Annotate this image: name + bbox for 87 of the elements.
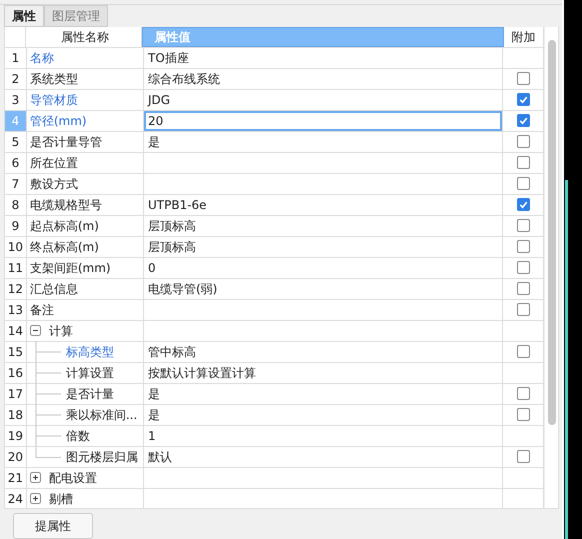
row-number: 17 <box>5 384 27 404</box>
expand-toggle[interactable] <box>30 472 41 484</box>
checkbox[interactable] <box>516 135 530 148</box>
row-number: 13 <box>5 300 27 320</box>
checkbox[interactable] <box>516 177 530 190</box>
row-number: 6 <box>5 152 27 173</box>
property-value[interactable]: 0 <box>148 260 156 276</box>
row-number: 7 <box>5 174 27 194</box>
row-number: 1 <box>5 48 27 68</box>
property-value[interactable]: UTPB1-6e <box>148 196 207 213</box>
property-value[interactable]: 20 <box>148 112 164 129</box>
property-name: 是否计量导管 <box>30 134 102 150</box>
row-number: 15 <box>5 342 27 362</box>
property-name: 配电设置 <box>48 470 97 486</box>
row-number: 11 <box>5 258 27 278</box>
property-value[interactable]: 层顶标高 <box>148 218 196 234</box>
property-name: 名称 <box>30 50 54 66</box>
column-header: 属性值 <box>142 26 504 47</box>
expand-toggle[interactable] <box>30 325 41 336</box>
property-value[interactable]: 电缆导管(弱) <box>148 280 218 297</box>
property-name: 倍数 <box>66 428 90 444</box>
property-value[interactable]: 1 <box>148 428 156 444</box>
property-name: 支架间距(mm) <box>30 260 111 276</box>
property-name: 汇总信息 <box>30 280 78 297</box>
panel-tab[interactable]: 属性 <box>4 4 44 27</box>
property-value[interactable]: TO插座 <box>148 50 189 66</box>
checkbox[interactable] <box>516 303 530 316</box>
property-value[interactable]: JDG <box>148 92 170 108</box>
property-value[interactable]: 按默认计算设置计算 <box>148 364 256 381</box>
property-value[interactable]: 是 <box>148 406 160 423</box>
property-name: 起点标高(m) <box>30 218 99 234</box>
checkbox[interactable] <box>516 450 530 464</box>
property-value[interactable]: 是 <box>148 386 160 402</box>
property-name: 图元楼层归属 <box>66 448 138 465</box>
row-number: 19 <box>5 426 27 446</box>
checkbox[interactable] <box>516 93 530 106</box>
checkbox[interactable] <box>516 72 530 86</box>
property-name: 管径(mm) <box>30 112 87 129</box>
property-name: 所在位置 <box>30 154 78 171</box>
row-number: 5 <box>5 132 27 152</box>
row-number: 9 <box>5 216 27 236</box>
row-number: 2 <box>5 68 27 89</box>
property-name: 乘以标准间... <box>66 406 138 423</box>
property-value[interactable]: 默认 <box>148 448 172 465</box>
checkbox[interactable] <box>516 219 530 232</box>
property-name: 系统类型 <box>30 70 78 87</box>
property-name: 计算设置 <box>66 364 114 381</box>
property-name: 终点标高(m) <box>30 238 99 255</box>
row-number: 18 <box>5 404 27 425</box>
row-number: 24 <box>5 488 27 508</box>
checkbox[interactable] <box>516 261 530 274</box>
property-name: 导管材质 <box>30 92 78 108</box>
property-value[interactable]: 层顶标高 <box>148 238 196 255</box>
row-number: 8 <box>5 194 27 215</box>
tree-line <box>32 404 63 426</box>
checkbox[interactable] <box>516 156 530 170</box>
checkbox[interactable] <box>516 408 530 422</box>
property-name: 计算 <box>48 322 73 339</box>
expand-toggle[interactable] <box>30 493 41 504</box>
row-number: 12 <box>5 278 27 299</box>
row-number: 20 <box>5 446 27 467</box>
property-name: 电缆规格型号 <box>30 196 102 213</box>
property-value[interactable]: 是 <box>148 134 160 150</box>
tree-line <box>32 362 63 384</box>
tree-line <box>32 383 63 404</box>
property-name: 备注 <box>30 302 54 318</box>
row-number: 16 <box>5 362 27 383</box>
tree-line <box>32 341 63 362</box>
property-name: 标高类型 <box>66 344 114 360</box>
scrollbar-thumb[interactable] <box>548 40 556 425</box>
checkbox[interactable] <box>516 345 530 358</box>
extract-properties-button[interactable]: 提属性 <box>13 513 93 539</box>
property-name: 剔槽 <box>48 490 73 507</box>
checkbox[interactable] <box>516 114 530 128</box>
row-number: 14 <box>5 320 27 341</box>
row-number: 21 <box>5 468 27 488</box>
row-number: 10 <box>5 236 27 257</box>
property-name: 敷设方式 <box>30 176 78 192</box>
checkbox[interactable] <box>516 198 530 212</box>
row-number: 3 <box>5 90 27 110</box>
checkbox[interactable] <box>516 387 530 400</box>
checkbox[interactable] <box>516 282 530 296</box>
row-number: 4 <box>5 110 27 131</box>
property-value[interactable]: 综合布线系统 <box>148 70 220 87</box>
property-name: 是否计量 <box>66 386 114 402</box>
property-value[interactable]: 管中标高 <box>148 344 196 360</box>
checkbox[interactable] <box>516 240 530 254</box>
